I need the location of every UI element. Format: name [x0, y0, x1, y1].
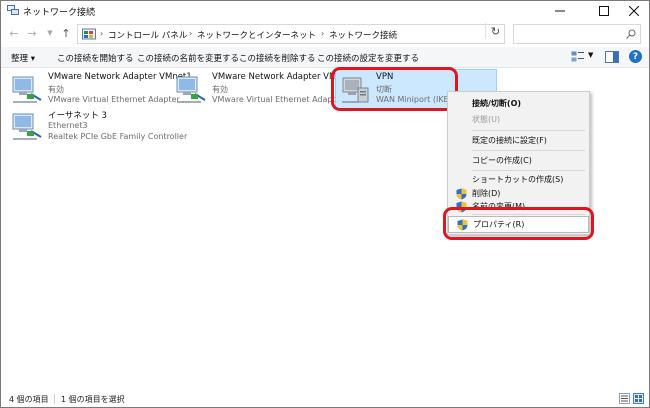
- menu-item-label: 状態(U): [472, 115, 501, 124]
- title-bar: ネットワーク接続: [1, 1, 649, 21]
- close-button[interactable]: [619, 1, 649, 21]
- view-dropdown-icon[interactable]: ▼: [588, 51, 593, 59]
- menu-item-status: 状態(U): [448, 111, 589, 129]
- command-bar: 整理 ▾ この接続を開始する この接続の名前を変更する この接続を削除する この…: [1, 47, 649, 68]
- start-connection-button[interactable]: この接続を開始する: [57, 52, 134, 64]
- minimize-button[interactable]: [545, 1, 575, 21]
- refresh-button[interactable]: ↻: [485, 23, 505, 39]
- breadcrumb-network-connections[interactable]: ネットワーク接続: [329, 29, 397, 41]
- up-button[interactable]: ↑: [59, 26, 73, 40]
- connection-item-ethernet3[interactable]: イーサネット 3 Ethernet3 Realtek PCIe GbE Fami…: [11, 108, 191, 144]
- forward-button[interactable]: →: [25, 26, 39, 40]
- help-button[interactable]: ?: [629, 50, 642, 63]
- preview-pane-icon[interactable]: [605, 51, 619, 63]
- close-icon: [629, 6, 639, 16]
- maximize-button[interactable]: [589, 1, 619, 21]
- menu-item-label: 既定の接続に設定(F): [472, 136, 547, 145]
- menu-item-label: 接続/切断(O): [472, 99, 522, 108]
- connection-status: 有効: [48, 85, 64, 94]
- menu-item-label: コピーの作成(C): [472, 156, 532, 165]
- menu-separator: [472, 130, 585, 131]
- connection-item-vmnet1[interactable]: VMware Network Adapter VMnet1 有効 VMware …: [11, 71, 192, 107]
- recent-locations-button[interactable]: ▼: [43, 26, 57, 40]
- app-network-icon: [7, 5, 19, 15]
- delete-connection-button[interactable]: この接続を削除する: [239, 52, 316, 64]
- selected-count: 1 個の項目を選択: [61, 395, 125, 404]
- back-arrow-icon: ←: [9, 26, 19, 40]
- control-panel-icon: [82, 28, 96, 40]
- organize-button[interactable]: 整理 ▾: [11, 52, 35, 64]
- search-icon: [626, 29, 636, 39]
- maximize-icon: [599, 6, 609, 16]
- up-arrow-icon: ↑: [61, 26, 71, 40]
- properties-highlight-ring: [443, 207, 594, 240]
- breadcrumb-separator: ›: [100, 29, 104, 38]
- connection-name: VMware Network Adapter VMnet1: [48, 72, 192, 82]
- breadcrumb-separator: ›: [189, 29, 193, 38]
- dropdown-icon: ▼: [47, 29, 53, 37]
- vpn-highlight-ring: [331, 67, 458, 111]
- connection-device: VMware Virtual Ethernet Adapter ...: [48, 95, 190, 104]
- change-view-icon[interactable]: [571, 51, 585, 63]
- connection-status: 有効: [212, 85, 228, 94]
- item-count: 4 個の項目: [9, 395, 49, 404]
- change-settings-button[interactable]: この接続の設定を変更する: [317, 52, 419, 64]
- breadcrumb-control-panel[interactable]: コントロール パネル: [108, 29, 187, 41]
- address-row: ← → ▼ ↑ › コントロール パネル › ネットワークとインターネット › …: [1, 21, 649, 47]
- breadcrumb-separator: ›: [321, 29, 325, 38]
- large-icons-view-icon[interactable]: [633, 393, 644, 404]
- back-button[interactable]: ←: [7, 26, 21, 40]
- address-bar[interactable]: › コントロール パネル › ネットワークとインターネット › ネットワーク接続…: [77, 24, 553, 44]
- menu-item-set-default[interactable]: 既定の接続に設定(F): [448, 132, 589, 150]
- minimize-icon: [555, 10, 565, 12]
- menu-item-copy[interactable]: コピーの作成(C): [448, 152, 589, 170]
- search-input[interactable]: [513, 24, 641, 44]
- refresh-icon: ↻: [490, 24, 501, 38]
- rename-connection-button[interactable]: この接続の名前を変更する: [137, 52, 239, 64]
- network-connections-window: ネットワーク接続 ← → ▼ ↑ › コントロール パネル › ネットワークとイ…: [0, 0, 650, 408]
- status-divider: [54, 394, 55, 404]
- menu-separator: [472, 150, 585, 151]
- menu-item-label: ショートカットの作成(S): [472, 175, 564, 184]
- connection-status: Ethernet3: [48, 121, 88, 130]
- forward-arrow-icon: →: [27, 26, 37, 40]
- connection-device: Realtek PCIe GbE Family Controller: [48, 132, 188, 141]
- breadcrumb-network-internet[interactable]: ネットワークとインターネット: [197, 29, 316, 41]
- connection-item-vmnet8[interactable]: VMware Network Adapter VMnet8 有効 VMware …: [175, 71, 356, 107]
- connection-name: イーサネット 3: [48, 111, 107, 121]
- status-bar: 4 個の項目 1 個の項目を選択: [1, 391, 649, 407]
- window-title: ネットワーク接続: [23, 8, 96, 18]
- help-icon: ?: [632, 51, 639, 62]
- network-adapter-icon: [176, 76, 206, 103]
- network-adapter-icon: [12, 113, 42, 140]
- network-adapter-icon: [12, 76, 42, 103]
- details-view-icon[interactable]: [619, 393, 630, 404]
